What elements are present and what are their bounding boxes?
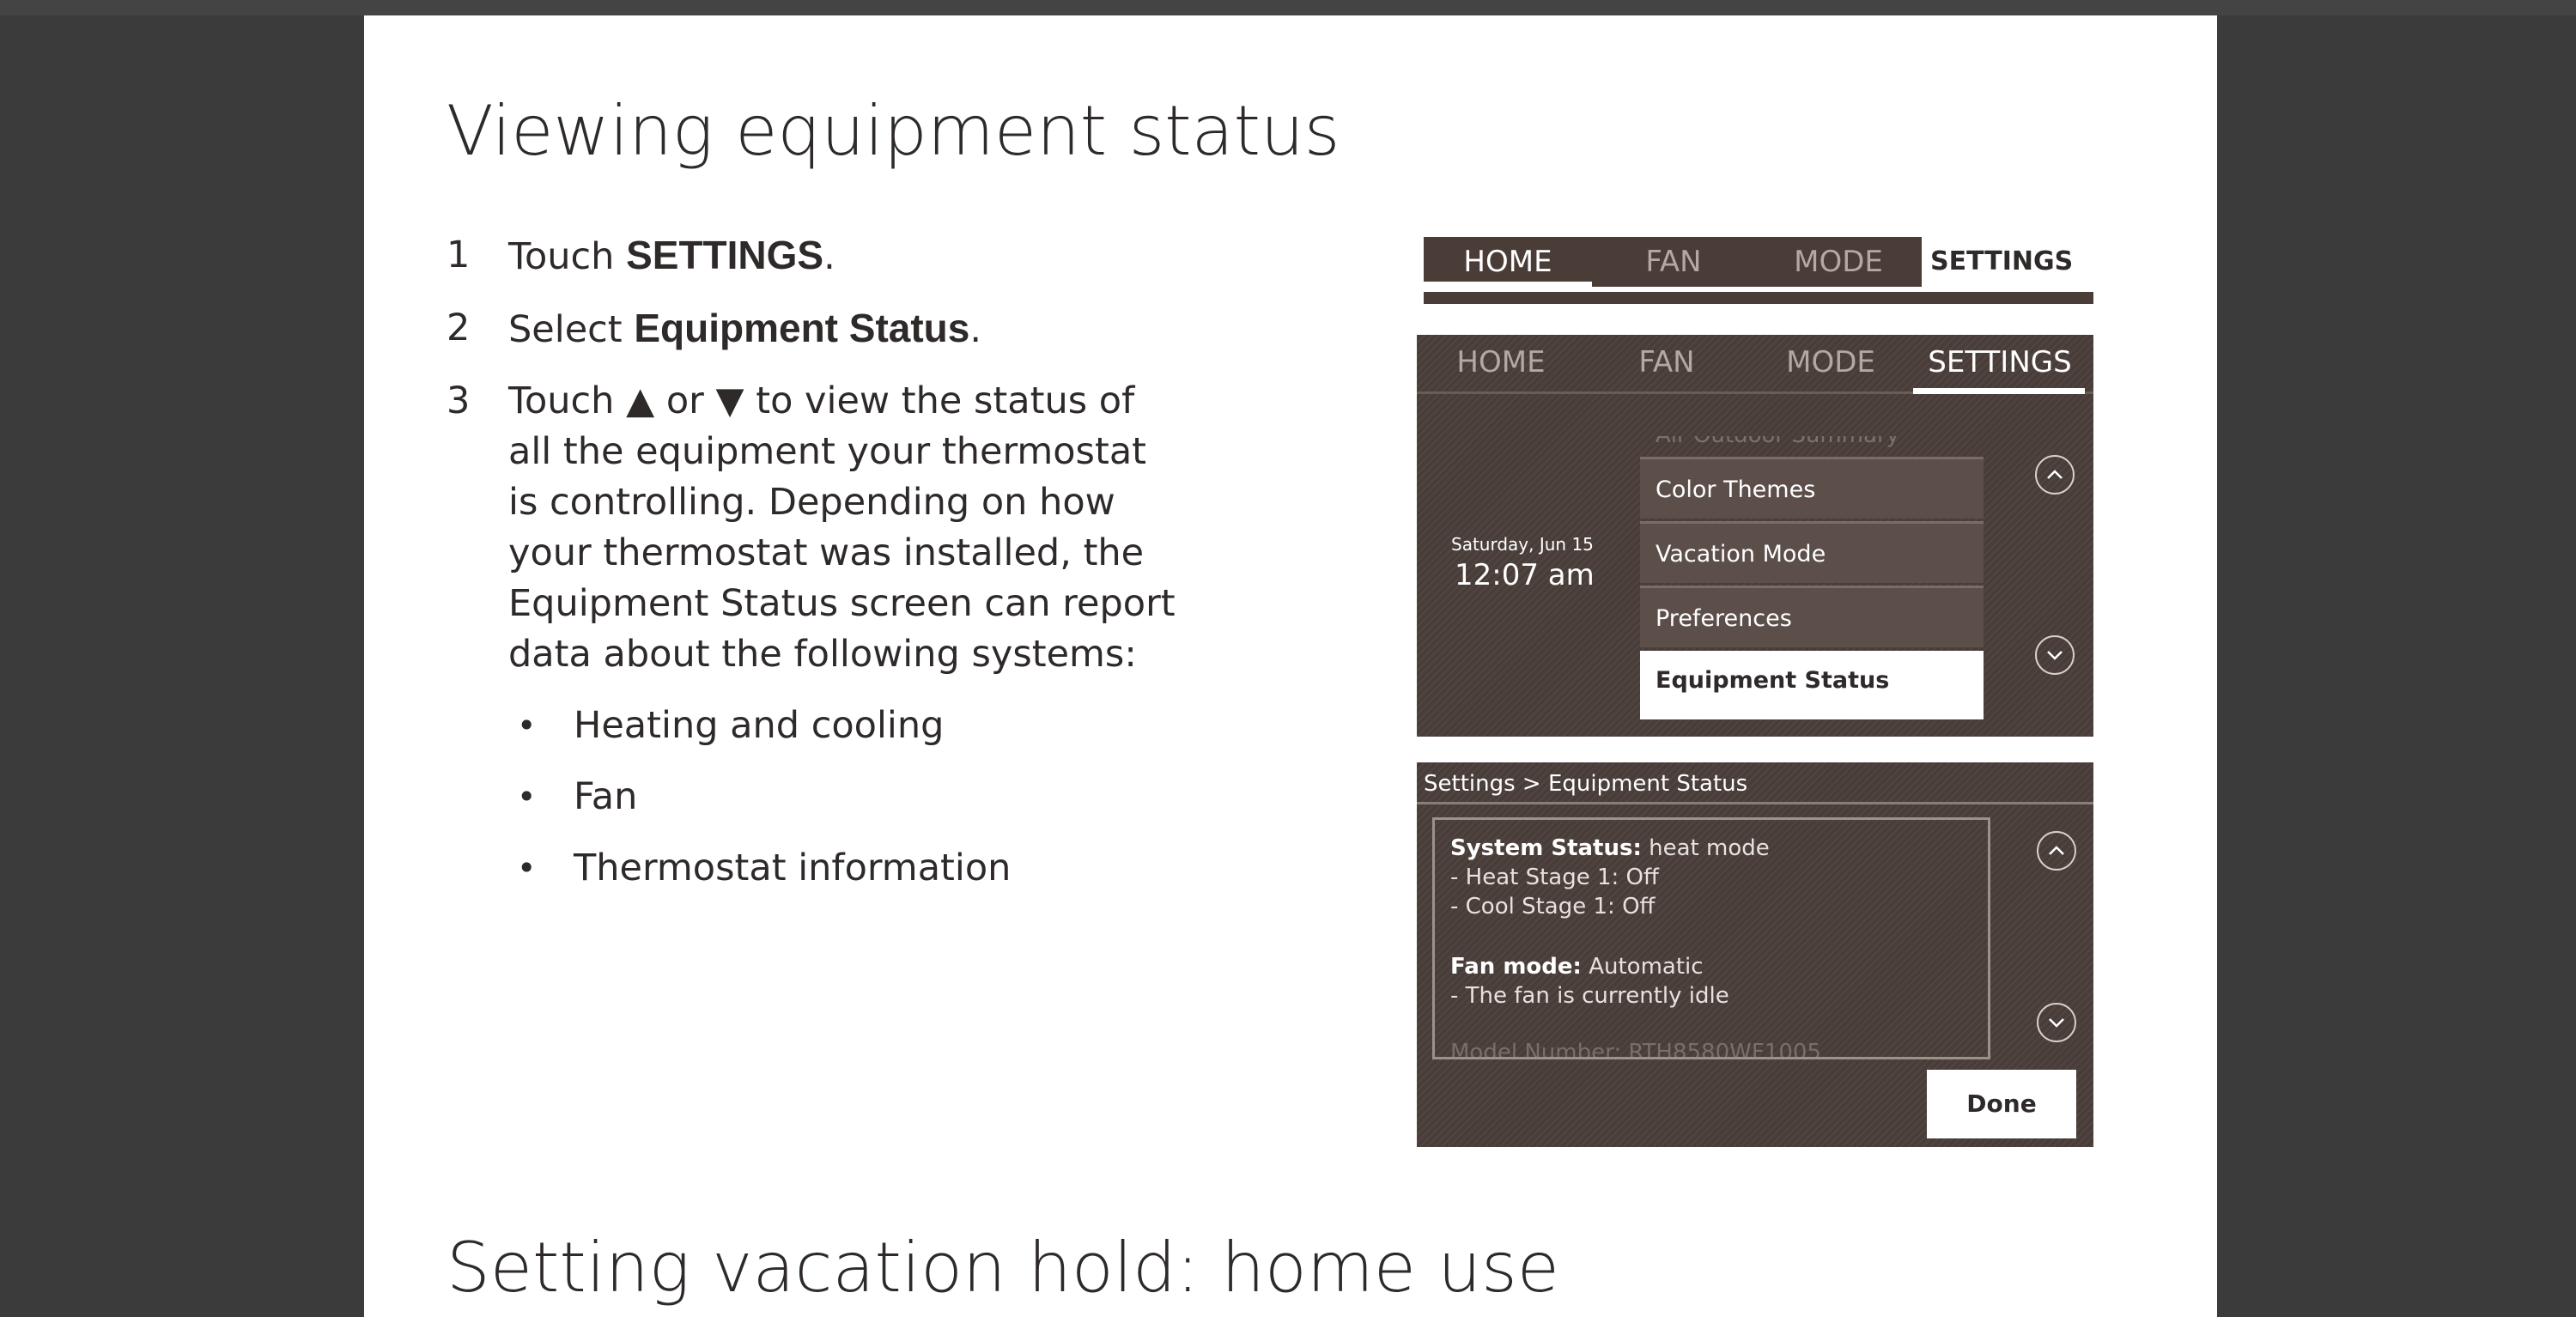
section-title: Viewing equipment status: [447, 91, 1340, 171]
step-text: Touch: [508, 235, 627, 278]
equipment-status-screen: Settings > Equipment Status System Statu…: [1417, 762, 2093, 1147]
tab-settings[interactable]: SETTINGS: [1930, 237, 2073, 287]
menu-item-preferences[interactable]: Preferences: [1640, 586, 1984, 647]
system-status-value: heat mode: [1641, 835, 1770, 861]
tab-settings[interactable]: SETTINGS: [1913, 335, 2087, 390]
down-arrow-circle-icon: [2049, 1018, 2064, 1028]
tab-mode[interactable]: MODE: [1755, 237, 1922, 287]
settings-menu: Air Outdoor Summary Color Themes Vacatio…: [1640, 436, 1984, 737]
status-panel[interactable]: System Status: heat mode - Heat Stage 1:…: [1432, 817, 1990, 1059]
up-arrow-circle-icon: [2047, 470, 2063, 479]
thermostat-settings-screen: HOME FAN MODE SETTINGS Saturday, Jun 15 …: [1417, 335, 2093, 737]
time-display: 12:07 am: [1455, 558, 1595, 592]
menu-item-color-themes[interactable]: Color Themes: [1640, 457, 1984, 519]
done-button[interactable]: Done: [1927, 1070, 2076, 1138]
system-status-label: System Status:: [1450, 835, 1642, 861]
thermostat-tab-bar: HOME FAN MODE SETTINGS: [1424, 237, 2093, 304]
viewer-top-bar: [0, 0, 2576, 15]
step-text: Select: [508, 308, 635, 351]
active-tab-indicator: [1913, 388, 2085, 394]
cool-stage-line: - Cool Stage 1: Off: [1450, 894, 1656, 919]
tab-bar-background: HOME FAN MODE: [1424, 237, 1922, 287]
step-number: 1: [447, 234, 471, 276]
scroll-up-button[interactable]: [2035, 455, 2075, 495]
scroll-down-button[interactable]: [2035, 635, 2075, 675]
model-number-line: Model Number: RTH8580WF1005: [1450, 1040, 1821, 1059]
breadcrumb: Settings > Equipment Status: [1424, 771, 1748, 797]
up-arrow-circle-icon: [2049, 846, 2064, 855]
menu-item-partial: Air Outdoor Summary: [1640, 436, 1984, 457]
tab-home[interactable]: HOME: [1424, 237, 1592, 287]
menu-item-vacation-mode[interactable]: Vacation Mode: [1640, 521, 1984, 583]
tab-fan[interactable]: FAN: [1592, 237, 1755, 287]
step-punct: .: [823, 235, 835, 278]
document-page: Viewing equipment status 1 Touch SETTING…: [364, 15, 2217, 1317]
step-keyword: SETTINGS: [626, 233, 824, 277]
breadcrumb-divider: [1417, 802, 2093, 804]
system-status-line: System Status: heat mode: [1450, 835, 1770, 861]
scroll-up-button[interactable]: [2037, 831, 2076, 871]
heat-stage-line: - Heat Stage 1: Off: [1450, 865, 1659, 890]
active-tab-indicator: [1424, 282, 1592, 287]
menu-item-equipment-status[interactable]: Equipment Status: [1640, 651, 1984, 719]
step-number: 3: [447, 379, 471, 422]
down-arrow-circle-icon: [2047, 651, 2063, 660]
step-keyword: Equipment Status: [634, 306, 970, 350]
section-title-vacation-hold: Setting vacation hold: home use: [447, 1228, 1560, 1308]
tab-home[interactable]: HOME: [1417, 335, 1585, 390]
step-number: 2: [447, 306, 471, 349]
step-punct: .: [969, 308, 982, 351]
tab-bar-underline: [1424, 292, 2093, 304]
fan-mode-line: Fan mode: Automatic: [1450, 954, 1704, 980]
scroll-down-button[interactable]: [2037, 1003, 2076, 1042]
tab-fan[interactable]: FAN: [1585, 335, 1748, 390]
fan-mode-value: Automatic: [1581, 954, 1704, 980]
tab-mode[interactable]: MODE: [1748, 335, 1913, 390]
fan-idle-line: - The fan is currently idle: [1450, 983, 1729, 1009]
date-display: Saturday, Jun 15: [1451, 534, 1594, 555]
fan-mode-label: Fan mode:: [1450, 954, 1582, 980]
